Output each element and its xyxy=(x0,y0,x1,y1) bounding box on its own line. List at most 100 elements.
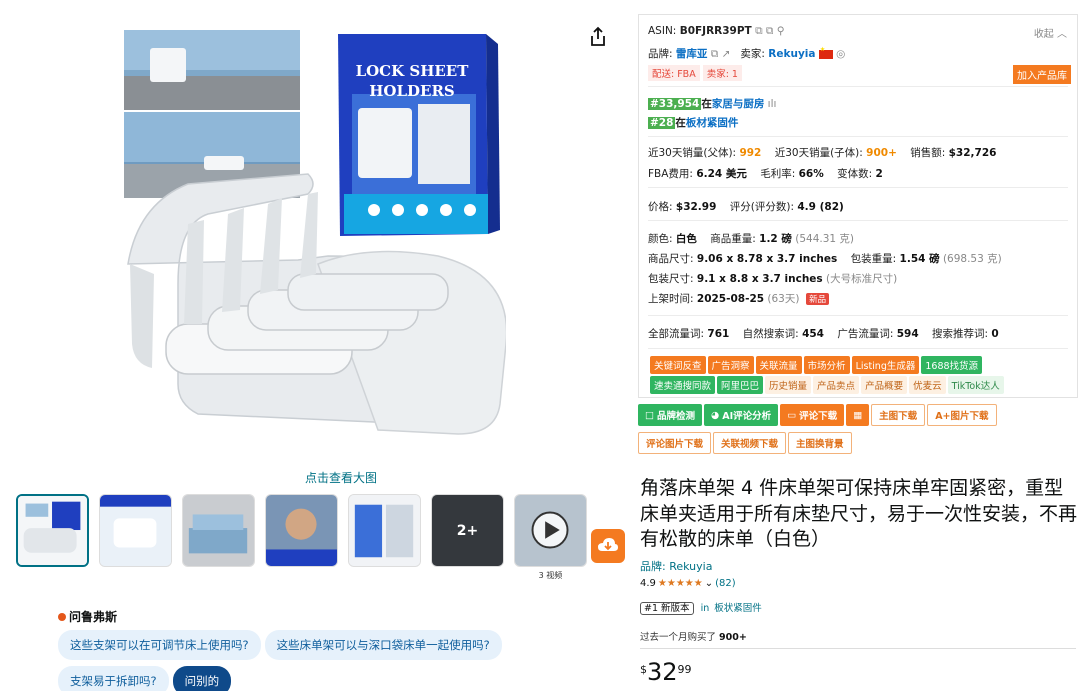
seller-count-tag: 卖家: 1 xyxy=(702,65,742,81)
main-image-download-button[interactable]: 主图下载 xyxy=(871,404,926,426)
cloud-download-icon[interactable] xyxy=(591,529,625,563)
add-to-library-button[interactable]: 加入产品库 xyxy=(1013,65,1071,84)
price-cents: 99 xyxy=(677,663,692,676)
asin-row: ASIN: B0FJRR39PT ⧉ ⧉ ⚲ xyxy=(648,25,785,37)
rufus-sparkle-icon xyxy=(58,612,66,621)
new-badge: 新品 xyxy=(806,293,830,305)
thumbnail-3[interactable] xyxy=(182,494,255,567)
brand-check-button[interactable]: □ 品牌检测 xyxy=(638,404,702,426)
brand-link[interactable]: 雷库亚 xyxy=(676,48,708,60)
divider xyxy=(648,315,1068,316)
fee-row: FBA费用: 6.24 美元 毛利率: 66% 变体数: 2 xyxy=(648,168,883,180)
pie-chart-icon: ◕ xyxy=(711,409,720,421)
main-image-background-button[interactable]: 主图换背景 xyxy=(788,432,852,454)
sales-row: 近30天销量(父体): 992 近30天销量(子体): 900+ 销售额: $3… xyxy=(648,147,997,159)
divider xyxy=(648,348,1068,349)
rufus-ask-button[interactable]: 问别的 xyxy=(172,666,232,691)
rufus-question-chips: 这些支架可以在可调节床上使用吗? 这些床单架可以与深口袋床单一起使用吗? 支架易于拆… xyxy=(58,630,538,691)
price-score-row: 价格: $32.99 评分(评分数): 4.9 (82) xyxy=(648,201,844,213)
bought-past-month: 过去一个月购买了 900+ xyxy=(640,632,747,643)
aplus-image-download-button[interactable]: A+图片下载 xyxy=(927,404,997,426)
ai-review-button[interactable]: ◕ AI评论分析 xyxy=(704,404,779,426)
rank-row-2: #28 在板材紧固件 xyxy=(648,117,739,129)
asin-value: B0FJRR39PT xyxy=(679,25,752,37)
video-count-label: 3 视频 xyxy=(538,571,563,580)
brand-seller-row: 品牌: 雷库亚 ⧉ ↗ 卖家: Rekuyia ◎ xyxy=(648,46,845,61)
box-title-line2: HOLDERS xyxy=(369,82,455,100)
tag-keyword-reverse[interactable]: 关键词反查 xyxy=(650,356,706,374)
color-weight-row: 颜色: 白色 商品重量: 1.2 磅 (544.31 克) xyxy=(648,233,855,245)
chart-icon: ılı xyxy=(767,98,777,110)
ship-tag: 配送: FBA xyxy=(648,65,700,81)
rufus-question-2[interactable]: 这些床单架可以与深口袋床单一起使用吗? xyxy=(264,630,502,660)
more-images-count: 2+ xyxy=(432,495,503,566)
tag-related-traffic[interactable]: 关联流量 xyxy=(755,356,802,374)
thumbnail-1[interactable] xyxy=(16,494,89,567)
copy-icon: ⧉ ⧉ ⚲ xyxy=(755,25,785,37)
review-download-button[interactable]: ▭ 评论下载 xyxy=(780,404,845,426)
fulfillment-row: 配送: FBA 卖家: 1 xyxy=(648,65,745,81)
rufus-question-1[interactable]: 这些支架可以在可调节床上使用吗? xyxy=(58,630,261,660)
tool-buttons: □ 品牌检测 ◕ AI评论分析 ▭ 评论下载 ▦ 主图下载 A+图片下载 评论图片下载 关联视频下… xyxy=(638,404,1078,460)
rufus-heading: 问鲁弗斯 xyxy=(58,608,117,625)
checkbox-icon: □ xyxy=(645,409,654,421)
thumbnail-4[interactable] xyxy=(265,494,338,567)
rank-category-link[interactable]: 家居与厨房 xyxy=(712,98,765,110)
bestseller-badge[interactable]: #1 新版本 xyxy=(640,602,694,615)
traffic-row: 全部流量词: 761 自然搜索词: 454 广告流量词: 594 搜索推荐词: … xyxy=(648,328,999,340)
divider xyxy=(648,136,1068,137)
brand-store-link[interactable]: 品牌: Rekuyia xyxy=(640,558,712,574)
rank-row-1: #33,954 在家居与厨房 ılı xyxy=(648,98,777,110)
rating-row: 4.9 ★★★★★ ⌄ (82) xyxy=(640,578,736,589)
bestseller-in: in xyxy=(700,603,710,614)
video-thumbnail-wrap: 3 视频 xyxy=(514,494,587,581)
chevron-down-icon[interactable]: ⌄ xyxy=(705,578,713,589)
rank-category-link[interactable]: 板材紧固件 xyxy=(686,117,739,129)
divider xyxy=(648,187,1068,188)
seller-link[interactable]: Rekuyia xyxy=(768,48,815,60)
rufus-title-text: 问鲁弗斯 xyxy=(69,610,118,624)
size-row: 商品尺寸: 9.06 x 8.78 x 3.7 inches 包装重量: 1.5… xyxy=(648,253,1002,265)
tag-1688-source[interactable]: 1688找货源 xyxy=(921,356,983,374)
review-image-download-button[interactable]: 评论图片下载 xyxy=(638,432,712,454)
tag-sales-history[interactable]: 历史销量 xyxy=(765,376,812,394)
video-thumbnail[interactable] xyxy=(514,494,587,567)
tag-selling-points[interactable]: 产品卖点 xyxy=(813,376,860,394)
listed-row: 上架时间: 2025-08-25 (63天) 新品 xyxy=(648,291,830,306)
tag-market-analysis[interactable]: 市场分析 xyxy=(803,356,850,374)
divider xyxy=(648,86,1068,87)
box-title-line1: LOCK SHEET xyxy=(356,62,470,80)
package-size-row: 包装尺寸: 9.1 x 8.8 x 3.7 inches (大号标准尺寸) xyxy=(648,273,898,285)
tool-tags-row-2: 速卖通搜同款 阿里巴巴 历史销量 产品卖点 产品概要 优麦云 TikTok达人 xyxy=(650,376,1006,394)
price-display: $ 32 99 xyxy=(640,660,692,684)
view-large-image-link[interactable]: 点击查看大图 xyxy=(305,469,377,486)
comment-icon: ▭ xyxy=(787,409,797,421)
review-count-link[interactable]: (82) xyxy=(715,578,736,589)
tag-alibaba[interactable]: 阿里巴巴 xyxy=(717,376,764,394)
share-icon[interactable] xyxy=(588,26,608,48)
tool-tags-row-1: 关键词反查 广告洞察 关联流量 市场分析 Listing生成器 1688找货源 xyxy=(650,356,984,374)
tag-product-summary[interactable]: 产品概要 xyxy=(861,376,908,394)
product-title: 角落床单架 4 件床单架可保持床单牢固紧密，重型床单夹适用于所有床垫尺寸，易于一… xyxy=(640,477,1078,551)
thumbnail-5[interactable] xyxy=(348,494,421,567)
seller-tool-panel: 收起 ︿ ASIN: B0FJRR39PT ⧉ ⧉ ⚲ 品牌: 雷库亚 ⧉ ↗ … xyxy=(638,14,1078,398)
tag-aliexpress-search[interactable]: 速卖通搜同款 xyxy=(650,376,716,394)
tag-ad-insight[interactable]: 广告洞察 xyxy=(707,356,754,374)
collapse-button[interactable]: 收起 ︿ xyxy=(1034,25,1067,40)
rufus-question-3[interactable]: 支架易于拆卸吗? xyxy=(58,666,169,691)
price-currency: $ xyxy=(640,663,647,676)
tag-listing-generator[interactable]: Listing生成器 xyxy=(851,356,920,374)
tag-youmaiyun[interactable]: 优麦云 xyxy=(909,376,946,394)
thumbnail-2[interactable] xyxy=(99,494,172,567)
related-video-download-button[interactable]: 关联视频下载 xyxy=(713,432,787,454)
thumbnail-6[interactable]: 2+ xyxy=(431,494,504,567)
divider xyxy=(648,220,1068,221)
tag-tiktok-influencer[interactable]: TikTok达人 xyxy=(947,376,1004,394)
rating-value: 4.9 xyxy=(640,578,656,589)
main-product-image[interactable]: LOCK SHEET HOLDERS xyxy=(118,24,508,452)
calculator-button[interactable]: ▦ xyxy=(846,404,870,426)
china-flag-icon xyxy=(818,46,833,59)
bestseller-category-link[interactable]: 板状紧固件 xyxy=(714,603,762,614)
star-rating-icon[interactable]: ★★★★★ xyxy=(658,578,703,589)
copy-icon: ⧉ ↗ xyxy=(710,48,731,60)
